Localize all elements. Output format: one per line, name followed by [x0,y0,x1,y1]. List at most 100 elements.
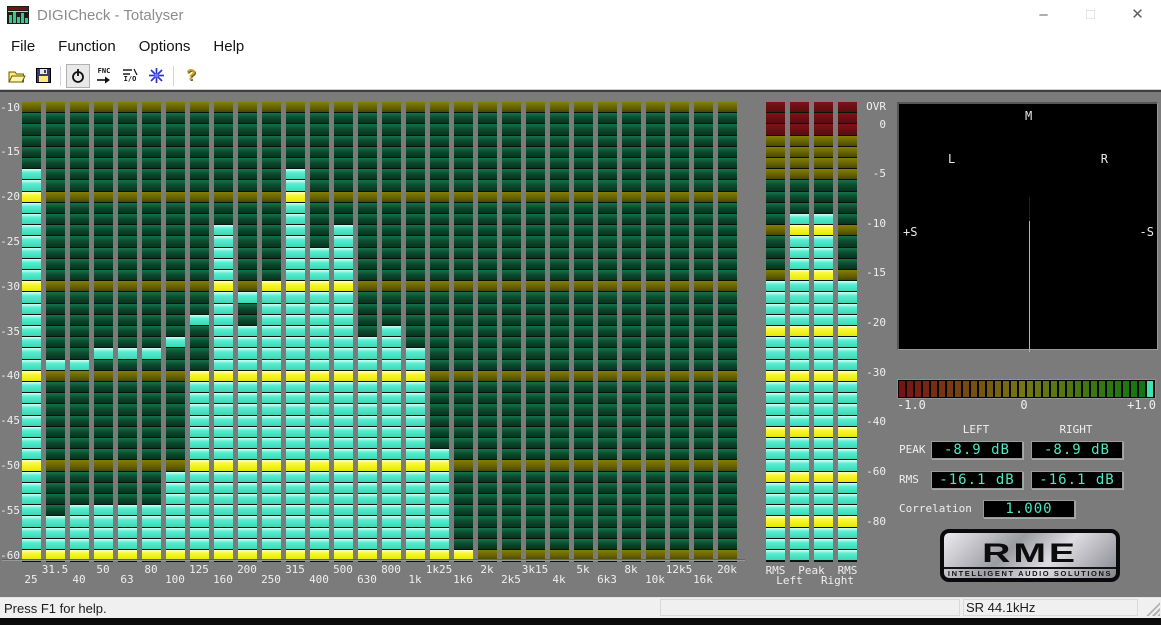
freq-label: 5k [576,563,590,576]
power-icon [72,68,84,83]
db-tick-label: -30 [0,279,20,293]
spectrum-band-63 [118,102,137,562]
spectrum-band-125 [190,102,209,562]
divider [2,559,745,561]
correlation-segment [907,381,913,397]
meter-rms-left [766,102,785,562]
save-floppy-icon [35,68,51,83]
freq-label: 315 [285,563,305,576]
meter-tick-label: -60 [866,465,886,478]
spectrum-band-10k [646,102,665,562]
menu-options[interactable]: Options [135,36,195,57]
peak-left-readout: -8.9 dB [931,441,1023,459]
spectrum-band-800 [382,102,401,562]
close-button[interactable]: ✕ [1114,0,1161,30]
status-panel [660,599,960,616]
help-icon: ? [186,66,196,84]
function-select-button[interactable]: FNC [92,64,116,88]
correlation-segment [995,381,1001,397]
correlation-segment [1075,381,1081,397]
toolbar-separator [173,65,174,86]
open-file-button[interactable] [5,64,29,88]
peak-label: PEAK [899,443,926,456]
app-window: DIGICheck - Totalyser – □ ✕ File Functio… [0,0,1161,625]
window-bottom-border [0,618,1161,625]
spectrum-band-31.5 [46,102,65,562]
db-tick-label: -10 [0,100,20,114]
menu-file[interactable]: File [7,36,39,57]
rms-left-readout: -16.1 dB [931,471,1023,489]
freq-label: 40 [72,573,86,586]
freq-label: 12k5 [665,563,693,576]
correlation-segment [1003,381,1009,397]
spectrum-band-40 [70,102,89,562]
gonio-label-plus-s: +S [903,225,918,239]
spectrum-band-50 [94,102,113,562]
rms-label: RMS [899,473,919,486]
correlation-segment [955,381,961,397]
status-message: Press F1 for help. [4,601,107,616]
freq-label: 4k [552,573,566,586]
db-tick-label: -55 [0,503,20,517]
spectrum-band-20k [718,102,737,562]
meter-tick-label: -5 [872,167,886,180]
corr-scale-min: -1.0 [897,398,926,412]
spectrum-band-16k [694,102,713,562]
freq-label: 400 [309,573,329,586]
maximize-button[interactable]: □ [1067,0,1114,30]
spectrum-band-100 [166,102,185,562]
spectrum-band-500 [334,102,353,562]
io-settings-button[interactable]: I/O [118,64,142,88]
toolbar-separator [60,65,61,86]
correlation-segment [1099,381,1105,397]
db-tick-label: -45 [0,414,20,428]
correlation-segment [1131,381,1137,397]
meter-peak-left [790,102,809,562]
menu-function[interactable]: Function [54,36,120,57]
db-tick-label: -25 [0,235,20,248]
correlation-label: Correlation [899,502,972,515]
meter-tick-label: -15 [866,266,886,279]
title-bar: DIGICheck - Totalyser – □ ✕ [0,0,1161,30]
freq-label: 2k5 [501,573,521,586]
correlation-segment [1011,381,1017,397]
minimize-button[interactable]: – [1020,0,1067,30]
spectrum-band-3k15 [526,102,545,562]
power-toggle-button[interactable] [66,63,90,88]
gonio-label-m: M [1025,109,1033,123]
sample-rate-indicator: SR 44.1kHz [963,599,1138,616]
db-tick-label: -50 [0,459,20,472]
app-icon [7,6,29,24]
io-icon-label: I/O [123,75,137,83]
meter-tick-label: -10 [866,217,886,230]
peak-right-readout: -8.9 dB [1031,441,1123,459]
freq-label: 31.5 [41,563,69,576]
analyser-panel: -10 -15 -20 -25 -30 -35 -40 -45 -50 -55 -60 25 31.5… [0,90,1161,597]
spectrum-band-2k [478,102,497,562]
correlation-segment [1083,381,1089,397]
spectrum-band-200 [238,102,257,562]
correlation-segment [1051,381,1057,397]
header-left-channel: LEFT [962,423,990,436]
spectrum-band-12k5 [670,102,689,562]
db-tick-label: -35 [0,324,20,338]
freq-label: 25 [24,573,38,586]
save-button[interactable] [31,64,55,88]
menu-help[interactable]: Help [209,36,248,57]
freq-label: 16k [693,573,713,586]
correlation-readout: 1.000 [983,500,1075,518]
rms-right-readout: -16.1 dB [1031,471,1123,489]
spectrum-band-4k [550,102,569,562]
corr-scale-zero: 0 [1020,398,1028,412]
correlation-segment [979,381,985,397]
freq-label: 2k [480,563,494,576]
freq-label: 80 [144,563,158,576]
meter-tick-label: -20 [866,316,886,329]
correlation-segment [1123,381,1129,397]
help-button[interactable]: ? [179,64,203,88]
resize-grip[interactable] [1146,602,1160,616]
freq-label: 200 [237,563,257,576]
correlation-segment [1107,381,1113,397]
display-settings-button[interactable] [144,64,168,88]
spectrum-band-250 [262,102,281,562]
